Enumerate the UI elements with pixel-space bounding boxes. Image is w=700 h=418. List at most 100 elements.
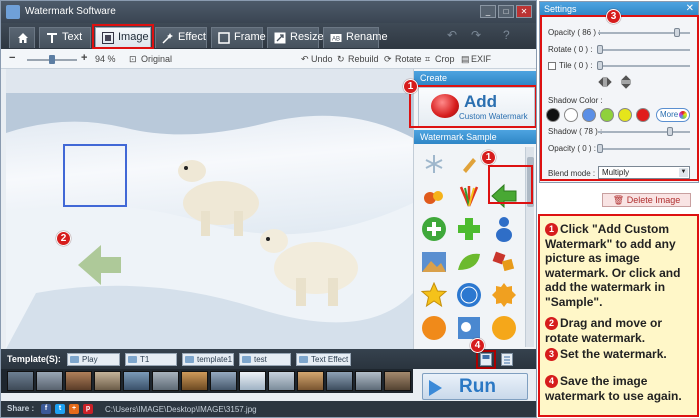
sample-plus[interactable]	[451, 212, 486, 245]
shadow-color-blue[interactable]	[582, 108, 596, 122]
photo-thumbnail[interactable]	[239, 371, 266, 391]
step-number: 1	[545, 223, 558, 236]
template-item[interactable]: T1	[125, 353, 177, 366]
filmstrip[interactable]	[1, 369, 413, 393]
undo-button[interactable]: Undo	[311, 54, 333, 64]
opacity-slider-knob[interactable]	[674, 28, 681, 37]
image-canvas[interactable]	[6, 93, 413, 349]
tab-effect[interactable]: Effect	[155, 27, 207, 48]
rotate-slider[interactable]	[598, 49, 690, 51]
flip-horizontal-icon[interactable]	[598, 76, 612, 88]
add-custom-watermark-button[interactable]: Add Custom Watermark	[418, 87, 535, 127]
window-close-button[interactable]: ✕	[516, 5, 532, 18]
photo-thumbnail[interactable]	[152, 371, 179, 391]
shadow-color-white[interactable]	[564, 108, 578, 122]
sample-pencil[interactable]	[451, 147, 486, 180]
sample-blocks[interactable]	[486, 245, 521, 278]
sample-orange-badge[interactable]	[486, 278, 521, 311]
photo-thumbnail[interactable]	[94, 371, 121, 391]
sample-leaf[interactable]	[451, 245, 486, 278]
template-item[interactable]: Text Effect ...	[296, 353, 351, 375]
tile-slider-knob[interactable]	[597, 61, 603, 70]
rotate-icon: ⟳	[384, 54, 392, 64]
photo-thumbnail[interactable]	[7, 371, 34, 391]
template-item[interactable]: Play	[67, 353, 120, 366]
sample-blue-badge[interactable]	[451, 278, 486, 311]
zoom-in-icon[interactable]: +	[81, 52, 87, 64]
flip-vertical-icon[interactable]	[620, 75, 632, 89]
settings-close-icon[interactable]: ✕	[686, 2, 694, 16]
minimize-button[interactable]: _	[480, 5, 496, 18]
sample-orange-seal[interactable]	[416, 311, 451, 344]
sample-sun[interactable]	[486, 311, 521, 344]
sample-firework[interactable]	[451, 179, 486, 212]
sample-sparkle[interactable]	[416, 179, 451, 212]
blend-mode-select[interactable]: Multiply ▼	[598, 166, 690, 179]
zoom-slider-knob[interactable]	[49, 55, 55, 64]
sample-green-arrow[interactable]	[486, 179, 521, 212]
template-item[interactable]: test	[239, 353, 291, 366]
original-button[interactable]: Original	[141, 54, 172, 64]
shadow-opacity-slider[interactable]	[598, 148, 690, 150]
photo-thumbnail[interactable]	[326, 371, 353, 391]
callout-badge: 1	[481, 150, 496, 165]
save-template-icon[interactable]	[480, 353, 492, 366]
tile-checkbox[interactable]	[548, 62, 556, 70]
rebuild-button[interactable]: Rebuild	[348, 54, 379, 64]
shadow-color-black[interactable]	[546, 108, 560, 122]
run-button[interactable]: Run	[422, 373, 528, 400]
template-bar: Template(S): Play T1 template1 test Text…	[1, 349, 536, 375]
sample-person[interactable]	[486, 212, 521, 245]
tab-resize[interactable]: Resize	[267, 27, 324, 48]
sample-star[interactable]	[416, 278, 451, 311]
tab-frame[interactable]: Frame	[211, 27, 266, 48]
photo-thumbnail[interactable]	[384, 371, 411, 391]
shadow-color-green[interactable]	[600, 108, 614, 122]
zoom-out-icon[interactable]: −	[9, 52, 15, 64]
pinterest-icon[interactable]: p	[83, 404, 93, 414]
crop-button[interactable]: Crop	[435, 54, 455, 64]
sample-snowflake[interactable]	[416, 147, 451, 180]
more-colors-button[interactable]: More	[656, 108, 690, 122]
tile-slider[interactable]	[598, 65, 690, 67]
template-icon	[242, 356, 251, 363]
shadow-slider-knob[interactable]	[666, 127, 673, 136]
scrollbar-thumb[interactable]	[527, 157, 534, 207]
photo-thumbnail[interactable]	[268, 371, 295, 391]
exif-button[interactable]: EXIF	[471, 54, 491, 64]
template-item[interactable]: template1	[182, 353, 234, 366]
share-plus-icon[interactable]: +	[69, 404, 79, 414]
shadow-slider[interactable]	[598, 131, 690, 133]
sample-plus-circle[interactable]	[416, 212, 451, 245]
undo-arrow-icon[interactable]: ↶	[447, 28, 457, 42]
shadow-color-yellow[interactable]	[618, 108, 632, 122]
photo-thumbnail[interactable]	[181, 371, 208, 391]
shadow-color-red[interactable]	[636, 108, 650, 122]
home-tab[interactable]	[9, 27, 35, 48]
tab-image[interactable]: Image	[95, 27, 151, 48]
manage-templates-icon[interactable]	[501, 353, 513, 366]
delete-image-button[interactable]: 🗑 Delete Image	[602, 193, 691, 207]
photo-thumbnail[interactable]	[65, 371, 92, 391]
tab-rename[interactable]: AB Rename	[323, 27, 388, 48]
photo-thumbnail[interactable]	[210, 371, 237, 391]
watermark-selection-box[interactable]	[63, 144, 127, 207]
sample-landscape[interactable]	[416, 245, 451, 278]
rotate-button[interactable]: Rotate	[395, 54, 422, 64]
rotate-slider-knob[interactable]	[597, 45, 603, 54]
help-icon[interactable]: ?	[503, 28, 510, 42]
facebook-icon[interactable]: f	[41, 404, 51, 414]
sample-scrollbar[interactable]	[525, 147, 534, 347]
photo-thumbnail[interactable]	[355, 371, 382, 391]
photo-thumbnail[interactable]	[123, 371, 150, 391]
redo-arrow-icon[interactable]: ↷	[471, 28, 481, 42]
photo-thumbnail[interactable]	[36, 371, 63, 391]
photo-thumbnail[interactable]	[297, 371, 324, 391]
twitter-icon[interactable]: t	[55, 404, 65, 414]
step-text: Drag and move or rotate watermark.	[545, 316, 663, 345]
original-size-icon[interactable]: ⊡	[129, 54, 137, 65]
delete-icon: 🗑	[612, 195, 625, 205]
shadow-opacity-slider-knob[interactable]	[597, 144, 603, 153]
tab-text[interactable]: Text	[39, 27, 91, 48]
maximize-button[interactable]: □	[498, 5, 514, 18]
